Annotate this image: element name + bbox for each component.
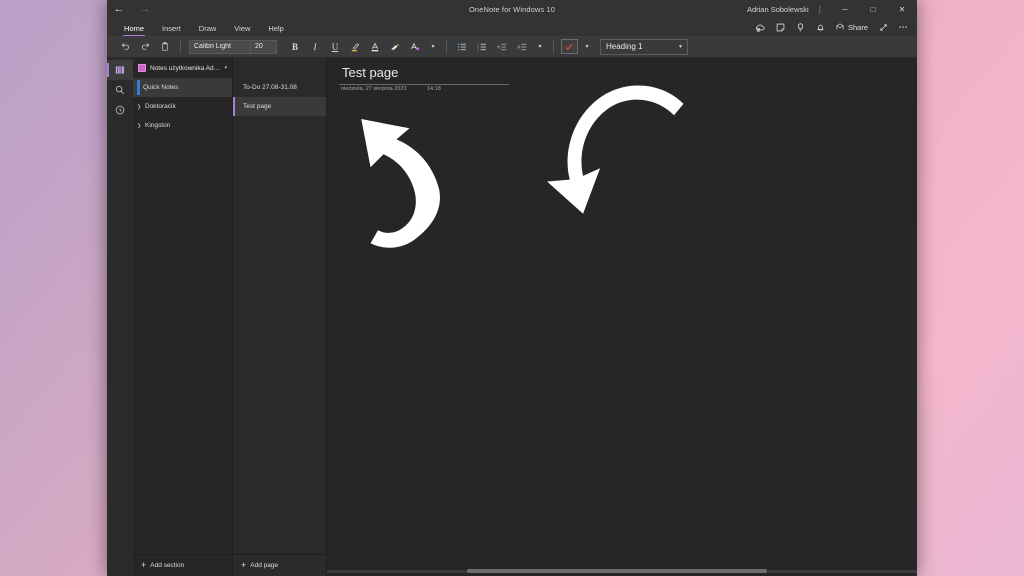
maximize-button[interactable]: □ — [859, 0, 887, 18]
notebooks-icon[interactable] — [107, 60, 133, 80]
bold-button[interactable]: B — [285, 38, 305, 56]
add-section-label: Add section — [150, 562, 185, 569]
section-list-panel: Notes użytkownika Adrian ▾ Quick Notes ❯… — [133, 58, 233, 576]
account-name[interactable]: Adrian Sobolewski — [747, 5, 819, 14]
ribbon-right-actions: Share — [751, 19, 917, 36]
page-items: To-Do 27.08-31.08 Test page — [233, 78, 326, 554]
toolbar-divider-2 — [446, 40, 447, 53]
page-time: 14:18 — [427, 86, 441, 92]
highlighter-icon[interactable] — [345, 38, 365, 56]
notebook-header[interactable]: Notes użytkownika Adrian ▾ — [133, 58, 232, 78]
page-list-panel: To-Do 27.08-31.08 Test page + Add page — [233, 58, 327, 576]
section-item-kingston[interactable]: ❯ Kingston — [133, 116, 232, 135]
chevron-down-icon[interactable]: ▾ — [224, 65, 227, 71]
toolbar-divider-3 — [553, 40, 554, 53]
tab-view[interactable]: View — [225, 24, 259, 36]
underline-button[interactable]: U — [325, 38, 345, 56]
title-separator: | — [818, 4, 821, 14]
app-body: Notes użytkownika Adrian ▾ Quick Notes ❯… — [107, 58, 917, 576]
share-button[interactable]: Share — [831, 22, 873, 32]
tab-draw[interactable]: Draw — [190, 24, 226, 36]
share-icon — [836, 23, 844, 30]
plus-icon: + — [241, 560, 247, 570]
close-button[interactable]: ✕ — [887, 0, 917, 18]
plus-icon: + — [141, 560, 147, 570]
add-section-button[interactable]: + Add section — [133, 554, 232, 576]
font-size-input[interactable]: 20 — [250, 40, 276, 53]
page-date: niedziela, 27 sierpnia 2023 — [341, 86, 407, 92]
expand-diagonal-icon[interactable] — [873, 19, 893, 35]
title-divider — [339, 84, 509, 85]
chevron-down-icon[interactable]: ▾ — [425, 38, 441, 56]
todo-checkbox-icon[interactable] — [559, 38, 579, 56]
section-label: Doktoracik — [145, 103, 176, 110]
tab-help[interactable]: Help — [259, 24, 292, 36]
search-icon[interactable] — [107, 80, 133, 100]
undo-icon[interactable] — [115, 38, 135, 56]
toolbar-divider — [180, 40, 181, 53]
redo-icon[interactable] — [135, 38, 155, 56]
page-label: Test page — [243, 103, 272, 110]
clear-formatting-icon[interactable] — [405, 38, 425, 56]
add-page-label: Add page — [250, 562, 279, 569]
notification-bell-icon[interactable] — [811, 19, 831, 35]
bullet-list-icon[interactable] — [452, 38, 472, 56]
chevron-down-icon: ▾ — [678, 44, 682, 50]
navigation-rail — [107, 58, 133, 576]
page-list-header — [233, 58, 326, 78]
section-items: Quick Notes ❯ Doktoracik ❯ Kingston — [133, 78, 232, 554]
back-arrow-icon[interactable]: ← — [111, 1, 127, 17]
title-bar: ← → OneNote for Windows 10 Adrian Sobole… — [107, 0, 917, 18]
italic-button[interactable]: I — [305, 38, 325, 56]
share-label: Share — [847, 22, 868, 32]
chevron-right-icon: ❯ — [137, 122, 142, 129]
idea-lightbulb-icon[interactable] — [791, 19, 811, 35]
indent-more-chevron-down-icon[interactable]: ▾ — [532, 38, 548, 56]
page-item-test-page[interactable]: Test page — [233, 97, 326, 116]
curved-arrow-down-left — [547, 85, 684, 214]
page-item-todo[interactable]: To-Do 27.08-31.08 — [233, 78, 326, 97]
font-color-icon[interactable] — [365, 38, 385, 56]
add-page-button[interactable]: + Add page — [233, 554, 326, 576]
onenote-window: ← → OneNote for Windows 10 Adrian Sobole… — [107, 0, 917, 576]
minimize-button[interactable]: ─ — [831, 0, 859, 18]
sync-cloud-icon[interactable] — [751, 19, 771, 35]
notebook-color-swatch — [138, 64, 146, 72]
paragraph-style-value: Heading 1 — [606, 42, 643, 51]
svg-text:3: 3 — [477, 47, 479, 51]
forward-arrow-icon: → — [139, 2, 151, 15]
section-item-doktoracik[interactable]: ❯ Doktoracik — [133, 97, 232, 116]
decrease-indent-icon[interactable] — [492, 38, 512, 56]
page-label: To-Do 27.08-31.08 — [243, 84, 297, 91]
formatting-toolbar: Calibri Light 20 B I U ▾ 1 2 3 ▾ ▾ Headi… — [107, 36, 917, 58]
tab-insert[interactable]: Insert — [153, 24, 190, 36]
page-title[interactable]: Test page — [342, 65, 398, 80]
nav-buttons: ← → — [107, 1, 153, 17]
increase-indent-icon[interactable] — [512, 38, 532, 56]
note-canvas[interactable]: Test page niedziela, 27 sierpnia 2023 14… — [327, 58, 917, 576]
recent-clock-icon[interactable] — [107, 100, 133, 120]
title-bar-right: Adrian Sobolewski | ─ □ ✕ — [747, 0, 917, 18]
sticky-note-icon[interactable] — [771, 19, 791, 35]
annotation-arrows — [361, 85, 684, 248]
font-controls: Calibri Light 20 — [189, 39, 277, 54]
ribbon-tab-bar: Home Insert Draw View Help Share — [107, 18, 917, 36]
curved-arrow-up-left — [361, 119, 440, 248]
page-timestamp: niedziela, 27 sierpnia 2023 14:18 — [341, 86, 441, 92]
tab-home[interactable]: Home — [115, 24, 153, 36]
clipboard-paste-icon[interactable] — [155, 38, 175, 56]
section-label: Quick Notes — [143, 84, 179, 91]
numbered-list-icon[interactable]: 1 2 3 — [472, 38, 492, 56]
chevron-right-icon: ❯ — [137, 103, 142, 110]
section-item-quick-notes[interactable]: Quick Notes — [133, 78, 232, 97]
format-painter-icon[interactable] — [385, 38, 405, 56]
section-label: Kingston — [145, 122, 171, 129]
font-name-input[interactable]: Calibri Light — [190, 43, 250, 50]
tag-more-chevron-down-icon[interactable]: ▾ — [579, 38, 595, 56]
more-options-icon[interactable] — [893, 19, 913, 35]
horizontal-scrollbar[interactable] — [327, 569, 917, 573]
paragraph-style-dropdown[interactable]: Heading 1 ▾ — [600, 38, 688, 55]
scrollbar-thumb[interactable] — [467, 569, 767, 573]
notebook-name: Notes użytkownika Adrian — [150, 64, 221, 72]
